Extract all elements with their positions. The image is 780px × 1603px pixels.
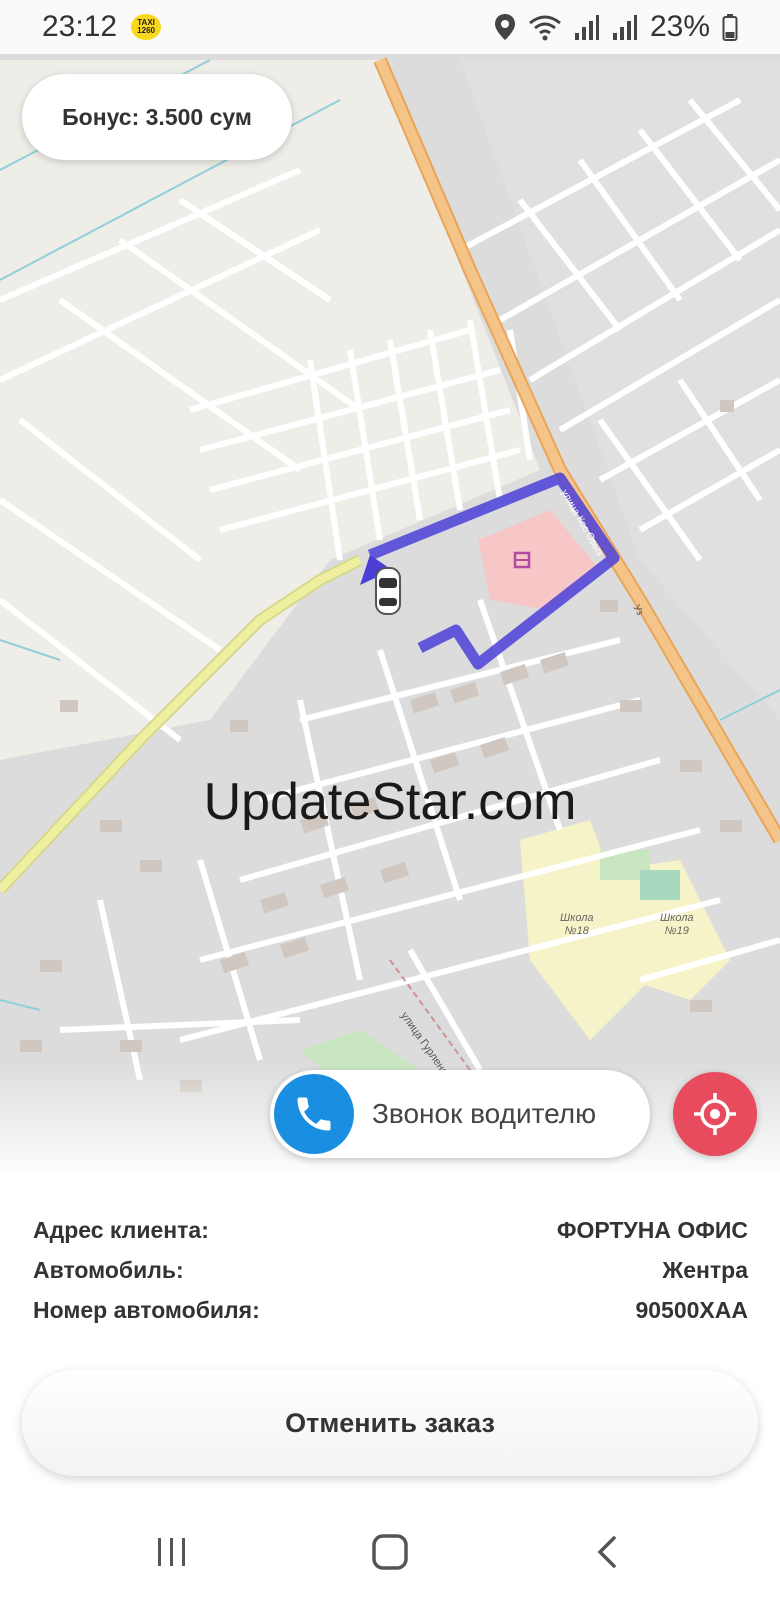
cancel-order-label: Отменить заказ (285, 1407, 495, 1438)
signal-icon (574, 15, 599, 40)
call-driver-label: Звонок водителю (372, 1098, 597, 1129)
signal-icon-2 (612, 15, 637, 40)
wifi-icon (529, 15, 561, 41)
battery-percent: 23% (649, 10, 710, 43)
map-label-school-18: Школа №18 (560, 912, 594, 937)
info-row-car-number: Номер автомобиля: 90500ХАА (33, 1290, 748, 1330)
map-view[interactable]: Школа №18 Школа №19 улица Гурленская улица… (0, 0, 780, 1170)
recent-apps-icon (158, 1538, 185, 1566)
info-value: ФОРТУНА ОФИС (556, 1216, 748, 1243)
system-nav-bar (0, 1500, 780, 1603)
info-value: 90500ХАА (635, 1296, 748, 1323)
call-driver-button[interactable]: Звонок водителю (270, 1070, 650, 1158)
info-value: Жентра (662, 1256, 748, 1283)
watermark-text: UpdateStar.com (203, 773, 577, 831)
info-label: Номер автомобиля: (33, 1296, 260, 1323)
bonus-label: Бонус: 3.500 сум (62, 103, 252, 130)
home-button[interactable] (360, 1522, 420, 1582)
locate-button[interactable] (673, 1072, 757, 1156)
info-row-client-address: Адрес клиента: ФОРТУНА ОФИС (33, 1210, 748, 1250)
recent-apps-button[interactable] (142, 1522, 202, 1582)
bonus-badge: Бонус: 3.500 сум (22, 74, 292, 160)
status-time: 23:12 (42, 10, 118, 43)
phone-icon[interactable] (274, 1074, 354, 1154)
map-label-school-19: Школа №19 (660, 912, 694, 937)
taxi-app-icon: TAXI 1260 (131, 14, 162, 40)
info-label: Автомобиль: (33, 1256, 184, 1283)
info-label: Адрес клиента: (33, 1216, 209, 1243)
map-canvas (0, 0, 780, 1170)
crosshair-icon (694, 1093, 736, 1135)
status-bar: 23:12 TAXI 1260 23% (0, 0, 780, 54)
car-icon[interactable] (375, 567, 401, 615)
battery-icon (722, 14, 738, 41)
info-row-car-model: Автомобиль: Жентра (33, 1250, 748, 1290)
order-info: Адрес клиента: ФОРТУНА ОФИС Автомобиль: … (33, 1210, 748, 1330)
home-icon (372, 1534, 408, 1570)
location-icon (494, 14, 515, 40)
back-icon (597, 1536, 616, 1568)
back-button[interactable] (578, 1522, 638, 1582)
cancel-order-button[interactable]: Отменить заказ (22, 1370, 758, 1476)
